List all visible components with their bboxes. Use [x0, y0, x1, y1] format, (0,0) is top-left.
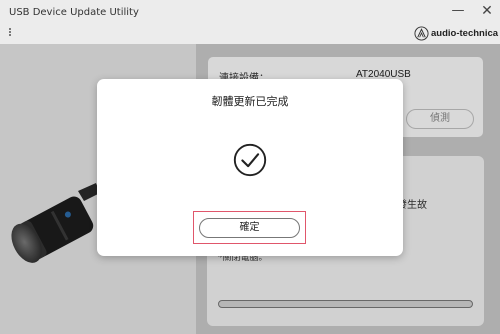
window-title: USB Device Update Utility: [9, 7, 139, 18]
brand-logo: audio-technica: [414, 25, 498, 41]
check-circle-icon: [233, 143, 267, 177]
audio-technica-logo-icon: [414, 25, 429, 41]
kebab-menu-icon[interactable]: [7, 27, 13, 41]
dialog-message: 韌體更新已完成: [211, 95, 289, 108]
close-button[interactable]: ✕: [478, 2, 496, 20]
brand-name: audio-technica: [431, 27, 499, 39]
update-complete-dialog: 韌體更新已完成 確定: [97, 79, 403, 256]
minimize-button[interactable]: —: [449, 2, 467, 20]
title-bar: USB Device Update Utility — ✕ audio-tech…: [0, 0, 500, 44]
ok-button[interactable]: 確定: [199, 218, 300, 238]
